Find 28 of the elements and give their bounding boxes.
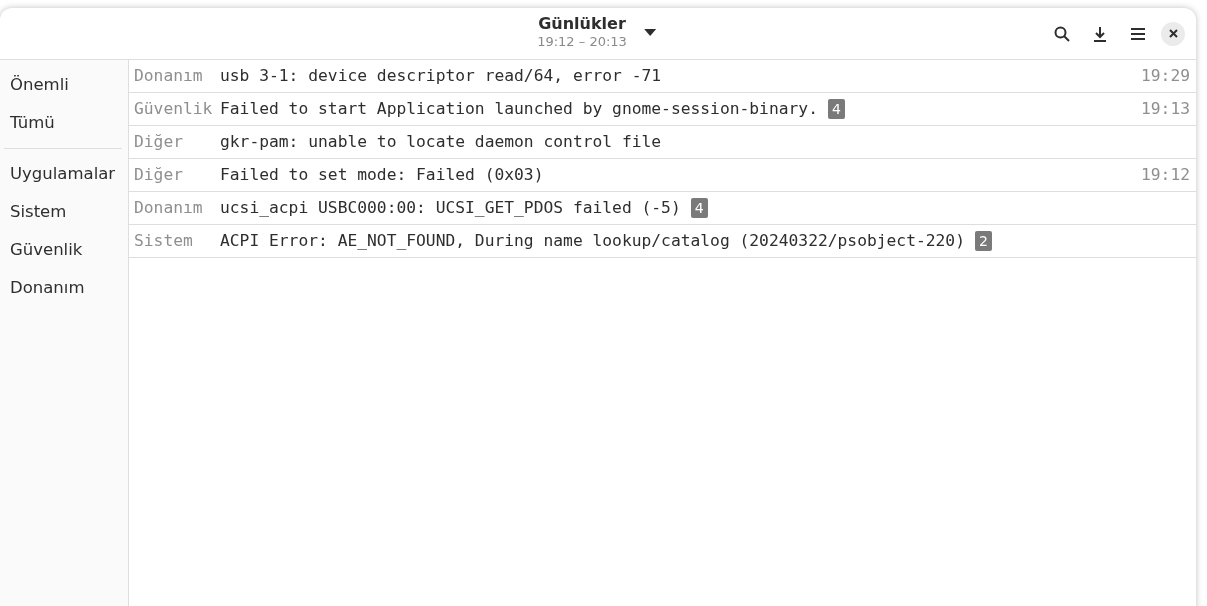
sidebar-item[interactable]: Tümü [0,104,128,142]
repeat-count: 4 [827,99,845,119]
close-button[interactable] [1161,21,1185,46]
event-message: gkr-pam: unable to locate daemon control file [220,130,662,153]
event-category: Güvenlik [134,98,213,118]
sidebar-item[interactable]: Donanım [0,269,128,307]
sidebar-item[interactable]: Uygulamalar [0,155,128,193]
event-category: Donanım [134,65,203,85]
repeat-count: 4 [690,198,708,218]
sidebar-item[interactable]: Önemli [0,66,128,104]
close-icon [1168,29,1178,38]
sidebar-item[interactable]: Sistem [0,193,128,231]
event-message: ucsi_acpi USBC000:00: UCSI_GET_PDOS failed (-5) [220,196,681,219]
event-time: 19:12 [1141,163,1190,186]
repeat-count: 2 [974,231,992,251]
event-category: Diğer [134,164,183,184]
event-category: Sistem [134,230,193,250]
event-category: Diğer [134,131,183,151]
window-title: Günlükler [537,14,627,34]
event-time: 19:29 [1141,64,1190,87]
sidebar-item[interactable]: Güvenlik [0,231,128,269]
event-message: ACPI Error: AE_NOT_FOUND, During name lookup/catalog (20240322/psobject-220) [220,229,965,252]
event-time: 19:13 [1141,97,1190,120]
event-message: Failed to set mode: Failed (0x03) [220,163,544,186]
event-message: Failed to start Application launched by gnome-session-binary. [220,97,818,120]
time-range: 19:12 – 20:13 [537,34,627,50]
event-message: usb 3-1: device descriptor read/64, error -71 [220,64,662,87]
event-category: Donanım [134,197,203,217]
